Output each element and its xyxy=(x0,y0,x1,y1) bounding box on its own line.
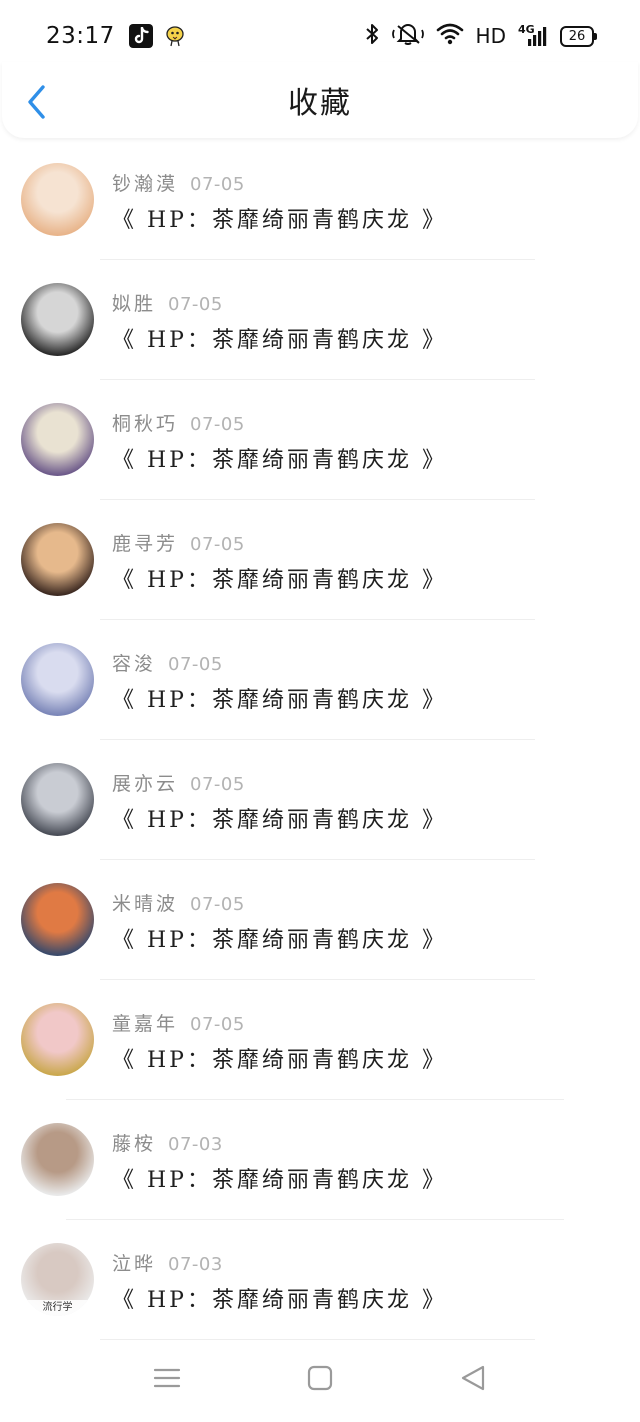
author-name-text: 泣晔 xyxy=(112,1253,157,1275)
favorites-list: 钞瀚漠 07-05 《 HP：茶靡绮丽青鹤庆龙 》姒胜 07-05 《 HP：茶靡绮丽青… xyxy=(0,140,640,1340)
battery-indicator: 26 xyxy=(560,25,597,47)
book-title[interactable]: 《 HP：茶靡绮丽青鹤庆龙 》 xyxy=(112,322,447,354)
book-title[interactable]: 《 HP：茶靡绮丽青鹤庆龙 》 xyxy=(112,682,447,714)
author-name: 容浚 07-05 xyxy=(112,649,223,676)
item-date: 07-03 xyxy=(168,1254,223,1275)
book-title[interactable]: 《 HP：茶靡绮丽青鹤庆龙 》 xyxy=(112,442,447,474)
list-item[interactable]: 藤桉 07-03 《 HP：茶靡绮丽青鹤庆龙 》 xyxy=(0,1100,640,1220)
author-name-text: 桐秋巧 xyxy=(112,413,179,435)
avatar[interactable] xyxy=(21,763,94,836)
item-date: 07-05 xyxy=(190,534,245,555)
author-name: 姒胜 07-05 xyxy=(112,289,223,316)
author-name: 藤桉 07-03 xyxy=(112,1129,223,1156)
book-title[interactable]: 《 HP：茶靡绮丽青鹤庆龙 》 xyxy=(112,922,447,954)
item-date: 07-05 xyxy=(190,1014,245,1035)
list-item[interactable]: 桐秋巧 07-05 《 HP：茶靡绮丽青鹤庆龙 》 xyxy=(0,380,640,500)
avatar[interactable] xyxy=(21,283,94,356)
mute-icon xyxy=(391,23,424,49)
author-name-text: 藤桉 xyxy=(112,1133,157,1155)
avatar[interactable] xyxy=(21,523,94,596)
divider xyxy=(100,1339,535,1340)
list-item[interactable]: 流行学 泣晔 07-03 《 HP：茶靡绮丽青鹤庆龙 》 xyxy=(0,1220,640,1340)
app-header: 收藏 xyxy=(2,62,638,138)
item-date: 07-05 xyxy=(190,174,245,195)
avatar[interactable] xyxy=(21,1123,94,1196)
author-name: 桐秋巧 07-05 xyxy=(112,409,245,436)
author-name: 米晴波 07-05 xyxy=(112,889,245,916)
avatar[interactable] xyxy=(21,1003,94,1076)
list-item[interactable]: 姒胜 07-05 《 HP：茶靡绮丽青鹤庆龙 》 xyxy=(0,260,640,380)
list-item[interactable]: 钞瀚漠 07-05 《 HP：茶靡绮丽青鹤庆龙 》 xyxy=(0,140,640,260)
book-title[interactable]: 《 HP：茶靡绮丽青鹤庆龙 》 xyxy=(112,1282,447,1314)
list-item[interactable]: 容浚 07-05 《 HP：茶靡绮丽青鹤庆龙 》 xyxy=(0,620,640,740)
avatar[interactable] xyxy=(21,163,94,236)
status-time: 23:17 xyxy=(46,23,115,49)
item-date: 07-05 xyxy=(190,894,245,915)
author-name: 展亦云 07-05 xyxy=(112,769,245,796)
avatar[interactable]: 流行学 xyxy=(21,1243,94,1316)
home-button[interactable] xyxy=(295,1353,345,1403)
book-title[interactable]: 《 HP：茶靡绮丽青鹤庆龙 》 xyxy=(112,1042,447,1074)
list-item[interactable]: 米晴波 07-05 《 HP：茶靡绮丽青鹤庆龙 》 xyxy=(0,860,640,980)
list-item[interactable]: 童嘉年 07-05 《 HP：茶靡绮丽青鹤庆龙 》 xyxy=(0,980,640,1100)
author-name: 钞瀚漠 07-05 xyxy=(112,169,245,196)
item-date: 07-05 xyxy=(168,294,223,315)
network-type: HD xyxy=(475,24,506,48)
item-date: 07-05 xyxy=(190,774,245,795)
page-title: 收藏 xyxy=(288,86,352,121)
bluetooth-icon xyxy=(364,23,380,49)
author-name-text: 姒胜 xyxy=(112,293,157,315)
status-icons: HD 4G 26 xyxy=(364,23,597,49)
author-name-text: 钞瀚漠 xyxy=(112,173,179,195)
author-name: 鹿寻芳 07-05 xyxy=(112,529,245,556)
book-title[interactable]: 《 HP：茶靡绮丽青鹤庆龙 》 xyxy=(112,202,447,234)
list-item[interactable]: 展亦云 07-05 《 HP：茶靡绮丽青鹤庆龙 》 xyxy=(0,740,640,860)
menu-icon xyxy=(153,1368,180,1388)
system-nav-bar xyxy=(0,1346,640,1410)
list-item[interactable]: 鹿寻芳 07-05 《 HP：茶靡绮丽青鹤庆龙 》 xyxy=(0,500,640,620)
system-back-button[interactable] xyxy=(448,1353,498,1403)
avatar[interactable] xyxy=(21,403,94,476)
back-button[interactable] xyxy=(20,82,52,122)
tiktok-icon xyxy=(128,24,153,48)
item-date: 07-05 xyxy=(168,654,223,675)
chevron-left-icon xyxy=(28,85,45,119)
author-name-text: 鹿寻芳 xyxy=(112,533,179,555)
triangle-back-icon xyxy=(462,1365,485,1391)
author-name: 泣晔 07-03 xyxy=(112,1249,223,1276)
author-name: 童嘉年 07-05 xyxy=(112,1009,245,1036)
avatar[interactable] xyxy=(21,643,94,716)
avatar-caption: 流行学 xyxy=(21,1300,94,1316)
author-name-text: 童嘉年 xyxy=(112,1013,179,1035)
book-title[interactable]: 《 HP：茶靡绮丽青鹤庆龙 》 xyxy=(112,1162,447,1194)
signal-icon: 4G xyxy=(518,23,548,47)
bird-icon xyxy=(165,25,185,47)
menu-button[interactable] xyxy=(142,1353,192,1403)
item-date: 07-03 xyxy=(168,1134,223,1155)
book-title[interactable]: 《 HP：茶靡绮丽青鹤庆龙 》 xyxy=(112,562,447,594)
author-name-text: 展亦云 xyxy=(112,773,179,795)
author-name-text: 容浚 xyxy=(112,653,157,675)
item-date: 07-05 xyxy=(190,414,245,435)
author-name-text: 米晴波 xyxy=(112,893,179,915)
wifi-icon xyxy=(436,23,464,49)
book-title[interactable]: 《 HP：茶靡绮丽青鹤庆龙 》 xyxy=(112,802,447,834)
avatar[interactable] xyxy=(21,883,94,956)
square-home-icon xyxy=(307,1365,333,1391)
